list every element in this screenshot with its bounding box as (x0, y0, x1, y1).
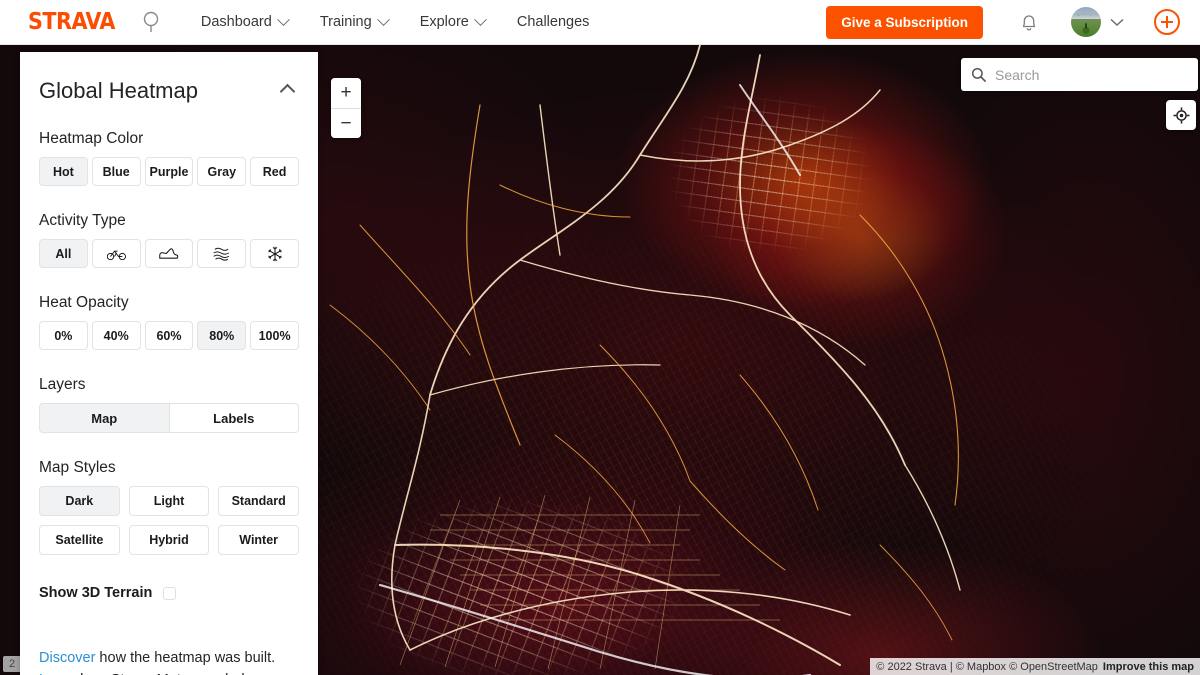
give-subscription-button[interactable]: Give a Subscription (826, 6, 983, 39)
map-attribution: © 2022 Strava | © Mapbox © OpenStreetMap… (870, 658, 1200, 675)
nav-item-label: Dashboard (201, 14, 272, 30)
activity-type-label: Activity Type (39, 212, 299, 230)
running-shoe-icon (158, 247, 179, 261)
heat-opacity-80[interactable]: 80% (197, 321, 246, 350)
footer-line-1: Discover how the heatmap was built. (39, 647, 299, 669)
heatmap-color-gray[interactable]: Gray (197, 157, 246, 186)
activity-type-all[interactable]: All (39, 239, 88, 268)
map-styles-options: Dark Light Standard Satellite Hybrid Win… (39, 486, 299, 555)
panel-footer-links: Discover how the heatmap was built. Lear… (39, 647, 299, 675)
activity-type-run[interactable] (145, 239, 194, 268)
panel-title: Global Heatmap (39, 78, 198, 104)
map-style-standard[interactable]: Standard (218, 486, 299, 516)
notifications-button[interactable] (1019, 11, 1039, 33)
chevron-down-icon (277, 13, 290, 26)
heatmap-color-label: Heatmap Color (39, 130, 299, 148)
show-3d-terrain-row: Show 3D Terrain (39, 585, 299, 601)
improve-this-map-link[interactable]: Improve this map (1103, 661, 1194, 673)
activity-type-winter[interactable] (250, 239, 299, 268)
nav-right-group: Give a Subscription (826, 6, 1200, 39)
nav-item-dashboard[interactable]: Dashboard (185, 0, 304, 45)
heatmap-color-red[interactable]: Red (250, 157, 299, 186)
strava-logo[interactable]: STRAVA (28, 9, 115, 35)
show-3d-terrain-checkbox[interactable] (163, 587, 176, 600)
zoom-in-button[interactable]: + (331, 78, 361, 108)
map-style-hybrid[interactable]: Hybrid (129, 525, 210, 555)
avatar-menu-button[interactable] (1110, 18, 1124, 27)
nav-item-label: Training (320, 14, 372, 30)
chevron-down-icon (474, 13, 487, 26)
bike-icon (107, 247, 126, 261)
heatmap-color-blue[interactable]: Blue (92, 157, 141, 186)
avatar[interactable] (1071, 7, 1101, 37)
zoom-level-badge: 2 (3, 656, 21, 672)
snowflake-icon (267, 246, 283, 262)
zoom-controls: + − (331, 78, 361, 138)
map-style-light[interactable]: Light (129, 486, 210, 516)
discover-link[interactable]: Discover (39, 650, 95, 666)
map-style-winter[interactable]: Winter (218, 525, 299, 555)
heat-opacity-40[interactable]: 40% (92, 321, 141, 350)
activity-type-options: All (39, 239, 299, 268)
strava-heatmap-page: STRAVA Dashboard Training Explore Challe… (0, 0, 1200, 675)
heat-opacity-options: 0% 40% 60% 80% 100% (39, 321, 299, 350)
zoom-out-button[interactable]: − (331, 108, 361, 138)
heatmap-color-options: Hot Blue Purple Gray Red (39, 157, 299, 186)
chevron-down-icon (377, 13, 390, 26)
nav-item-label: Explore (420, 14, 469, 30)
heat-opacity-0[interactable]: 0% (39, 321, 88, 350)
nav-item-challenges[interactable]: Challenges (501, 0, 606, 45)
attribution-text: © 2022 Strava | © Mapbox © OpenStreetMap (876, 661, 1098, 673)
global-heatmap-panel: Global Heatmap Heatmap Color Hot Blue Pu… (20, 52, 318, 675)
chevron-up-icon[interactable] (280, 83, 296, 99)
geolocate-button[interactable] (1166, 100, 1196, 130)
nav-item-explore[interactable]: Explore (404, 0, 501, 45)
nav-item-label: Challenges (517, 14, 590, 30)
heat-opacity-100[interactable]: 100% (250, 321, 299, 350)
heatmap-color-hot[interactable]: Hot (39, 157, 88, 186)
layer-map[interactable]: Map (39, 403, 170, 433)
top-navigation-bar: STRAVA Dashboard Training Explore Challe… (0, 0, 1200, 45)
search-icon (141, 10, 163, 34)
panel-header: Global Heatmap (39, 52, 299, 104)
map-styles-label: Map Styles (39, 459, 299, 477)
activity-type-water[interactable] (197, 239, 246, 268)
show-3d-terrain-label: Show 3D Terrain (39, 585, 152, 601)
crosshair-icon (1173, 107, 1190, 124)
layer-labels[interactable]: Labels (170, 403, 300, 433)
footer-line-1-text: how the heatmap was built. (95, 650, 275, 666)
footer-line-2: Learn how Strava Metro can help your com… (39, 669, 299, 675)
map-style-satellite[interactable]: Satellite (39, 525, 120, 555)
bell-icon (1019, 11, 1039, 33)
chevron-down-icon (1110, 18, 1124, 27)
activity-type-ride[interactable] (92, 239, 141, 268)
layers-label: Layers (39, 376, 299, 394)
water-waves-icon (211, 246, 232, 261)
nav-links: Dashboard Training Explore Challenges (185, 0, 606, 45)
add-activity-button[interactable] (1154, 9, 1180, 35)
heat-opacity-label: Heat Opacity (39, 294, 299, 312)
heat-opacity-60[interactable]: 60% (145, 321, 194, 350)
layers-options: Map Labels (39, 403, 299, 433)
map-search-box[interactable] (961, 58, 1198, 91)
nav-search-icon[interactable] (141, 10, 163, 34)
search-icon (971, 67, 986, 82)
nav-item-training[interactable]: Training (304, 0, 404, 45)
search-input[interactable] (995, 67, 1185, 83)
map-style-dark[interactable]: Dark (39, 486, 120, 516)
heatmap-color-purple[interactable]: Purple (145, 157, 194, 186)
